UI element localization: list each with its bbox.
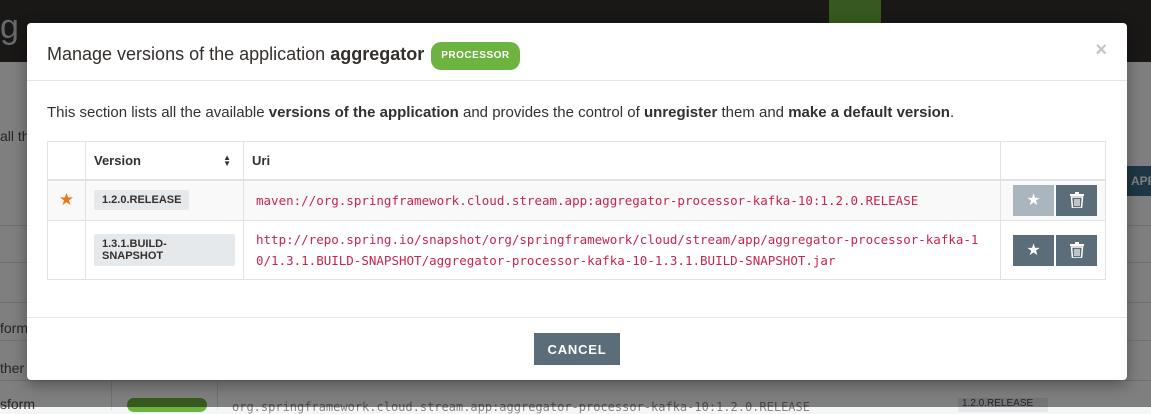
intro-text-part: This section lists all the available [47, 104, 269, 121]
star-icon: ★ [1026, 242, 1041, 259]
uri-header-label: Uri [252, 152, 271, 168]
star-icon: ★ [1026, 192, 1041, 210]
uri-column-header: Uri [243, 141, 1001, 181]
default-column-header [47, 141, 86, 181]
make-default-button[interactable]: ★ [1013, 184, 1054, 216]
version-header-label: Version [94, 152, 141, 168]
versions-table: Version ▲ ▼ Uri ★ 1.2.0.RELEASE maven://… [47, 141, 1106, 280]
intro-text-part: and provides the control of [458, 104, 644, 121]
modal-title: Manage versions of the application aggre… [47, 42, 1107, 70]
app-type-badge: PROCESSOR [431, 42, 520, 70]
uri-cell: http://repo.spring.io/snapshot/org/sprin… [243, 220, 1001, 280]
uri-text: maven://org.springframework.cloud.stream… [256, 192, 919, 208]
trash-icon [1069, 192, 1084, 209]
modal-footer: CANCEL [27, 317, 1127, 380]
modal-header: Manage versions of the application aggre… [27, 23, 1127, 81]
modal-body: This section lists all the available ver… [27, 81, 1127, 280]
sort-icon[interactable]: ▲ ▼ [223, 154, 231, 168]
unregister-button[interactable] [1056, 234, 1097, 266]
intro-text-bold: unregister [643, 104, 718, 121]
row-actions: ★ [1009, 184, 1097, 216]
uri-cell: maven://org.springframework.cloud.stream… [243, 179, 1001, 221]
version-tag: 1.2.0.RELEASE [94, 190, 190, 211]
actions-cell: ★ [1000, 179, 1106, 221]
intro-text-part: them and [717, 104, 789, 121]
intro-text-bold: versions of the application [268, 104, 459, 121]
unregister-button[interactable] [1056, 184, 1097, 216]
version-cell: 1.2.0.RELEASE [85, 179, 244, 221]
table-header-row: Version ▲ ▼ Uri [47, 141, 1106, 181]
table-row: ★ 1.2.0.RELEASE maven://org.springframew… [47, 179, 1106, 221]
version-tag: 1.3.1.BUILD-SNAPSHOT [94, 234, 235, 266]
actions-cell: ★ [1000, 220, 1106, 280]
intro-text: This section lists all the available ver… [47, 103, 1107, 123]
make-default-button[interactable]: ★ [1013, 234, 1054, 266]
table-row: 1.3.1.BUILD-SNAPSHOT http://repo.spring.… [47, 220, 1106, 280]
version-column-header[interactable]: Version ▲ ▼ [85, 141, 244, 181]
manage-versions-dialog: Manage versions of the application aggre… [27, 23, 1127, 380]
default-indicator-cell [47, 220, 86, 280]
trash-icon [1069, 242, 1084, 258]
intro-text-bold: make a default version [788, 104, 950, 121]
app-name: aggregator [330, 44, 425, 64]
title-prefix: Manage versions of the application [47, 44, 326, 64]
actions-column-header [1000, 141, 1106, 181]
row-actions: ★ [1009, 234, 1097, 266]
version-cell: 1.3.1.BUILD-SNAPSHOT [85, 220, 244, 280]
cancel-button[interactable]: CANCEL [534, 333, 620, 365]
close-icon[interactable]: × [1095, 39, 1107, 62]
default-indicator-cell: ★ [47, 179, 86, 221]
default-star-icon: ★ [58, 190, 75, 210]
uri-text: http://repo.spring.io/snapshot/org/sprin… [256, 232, 979, 268]
intro-text-part: . [949, 104, 955, 121]
